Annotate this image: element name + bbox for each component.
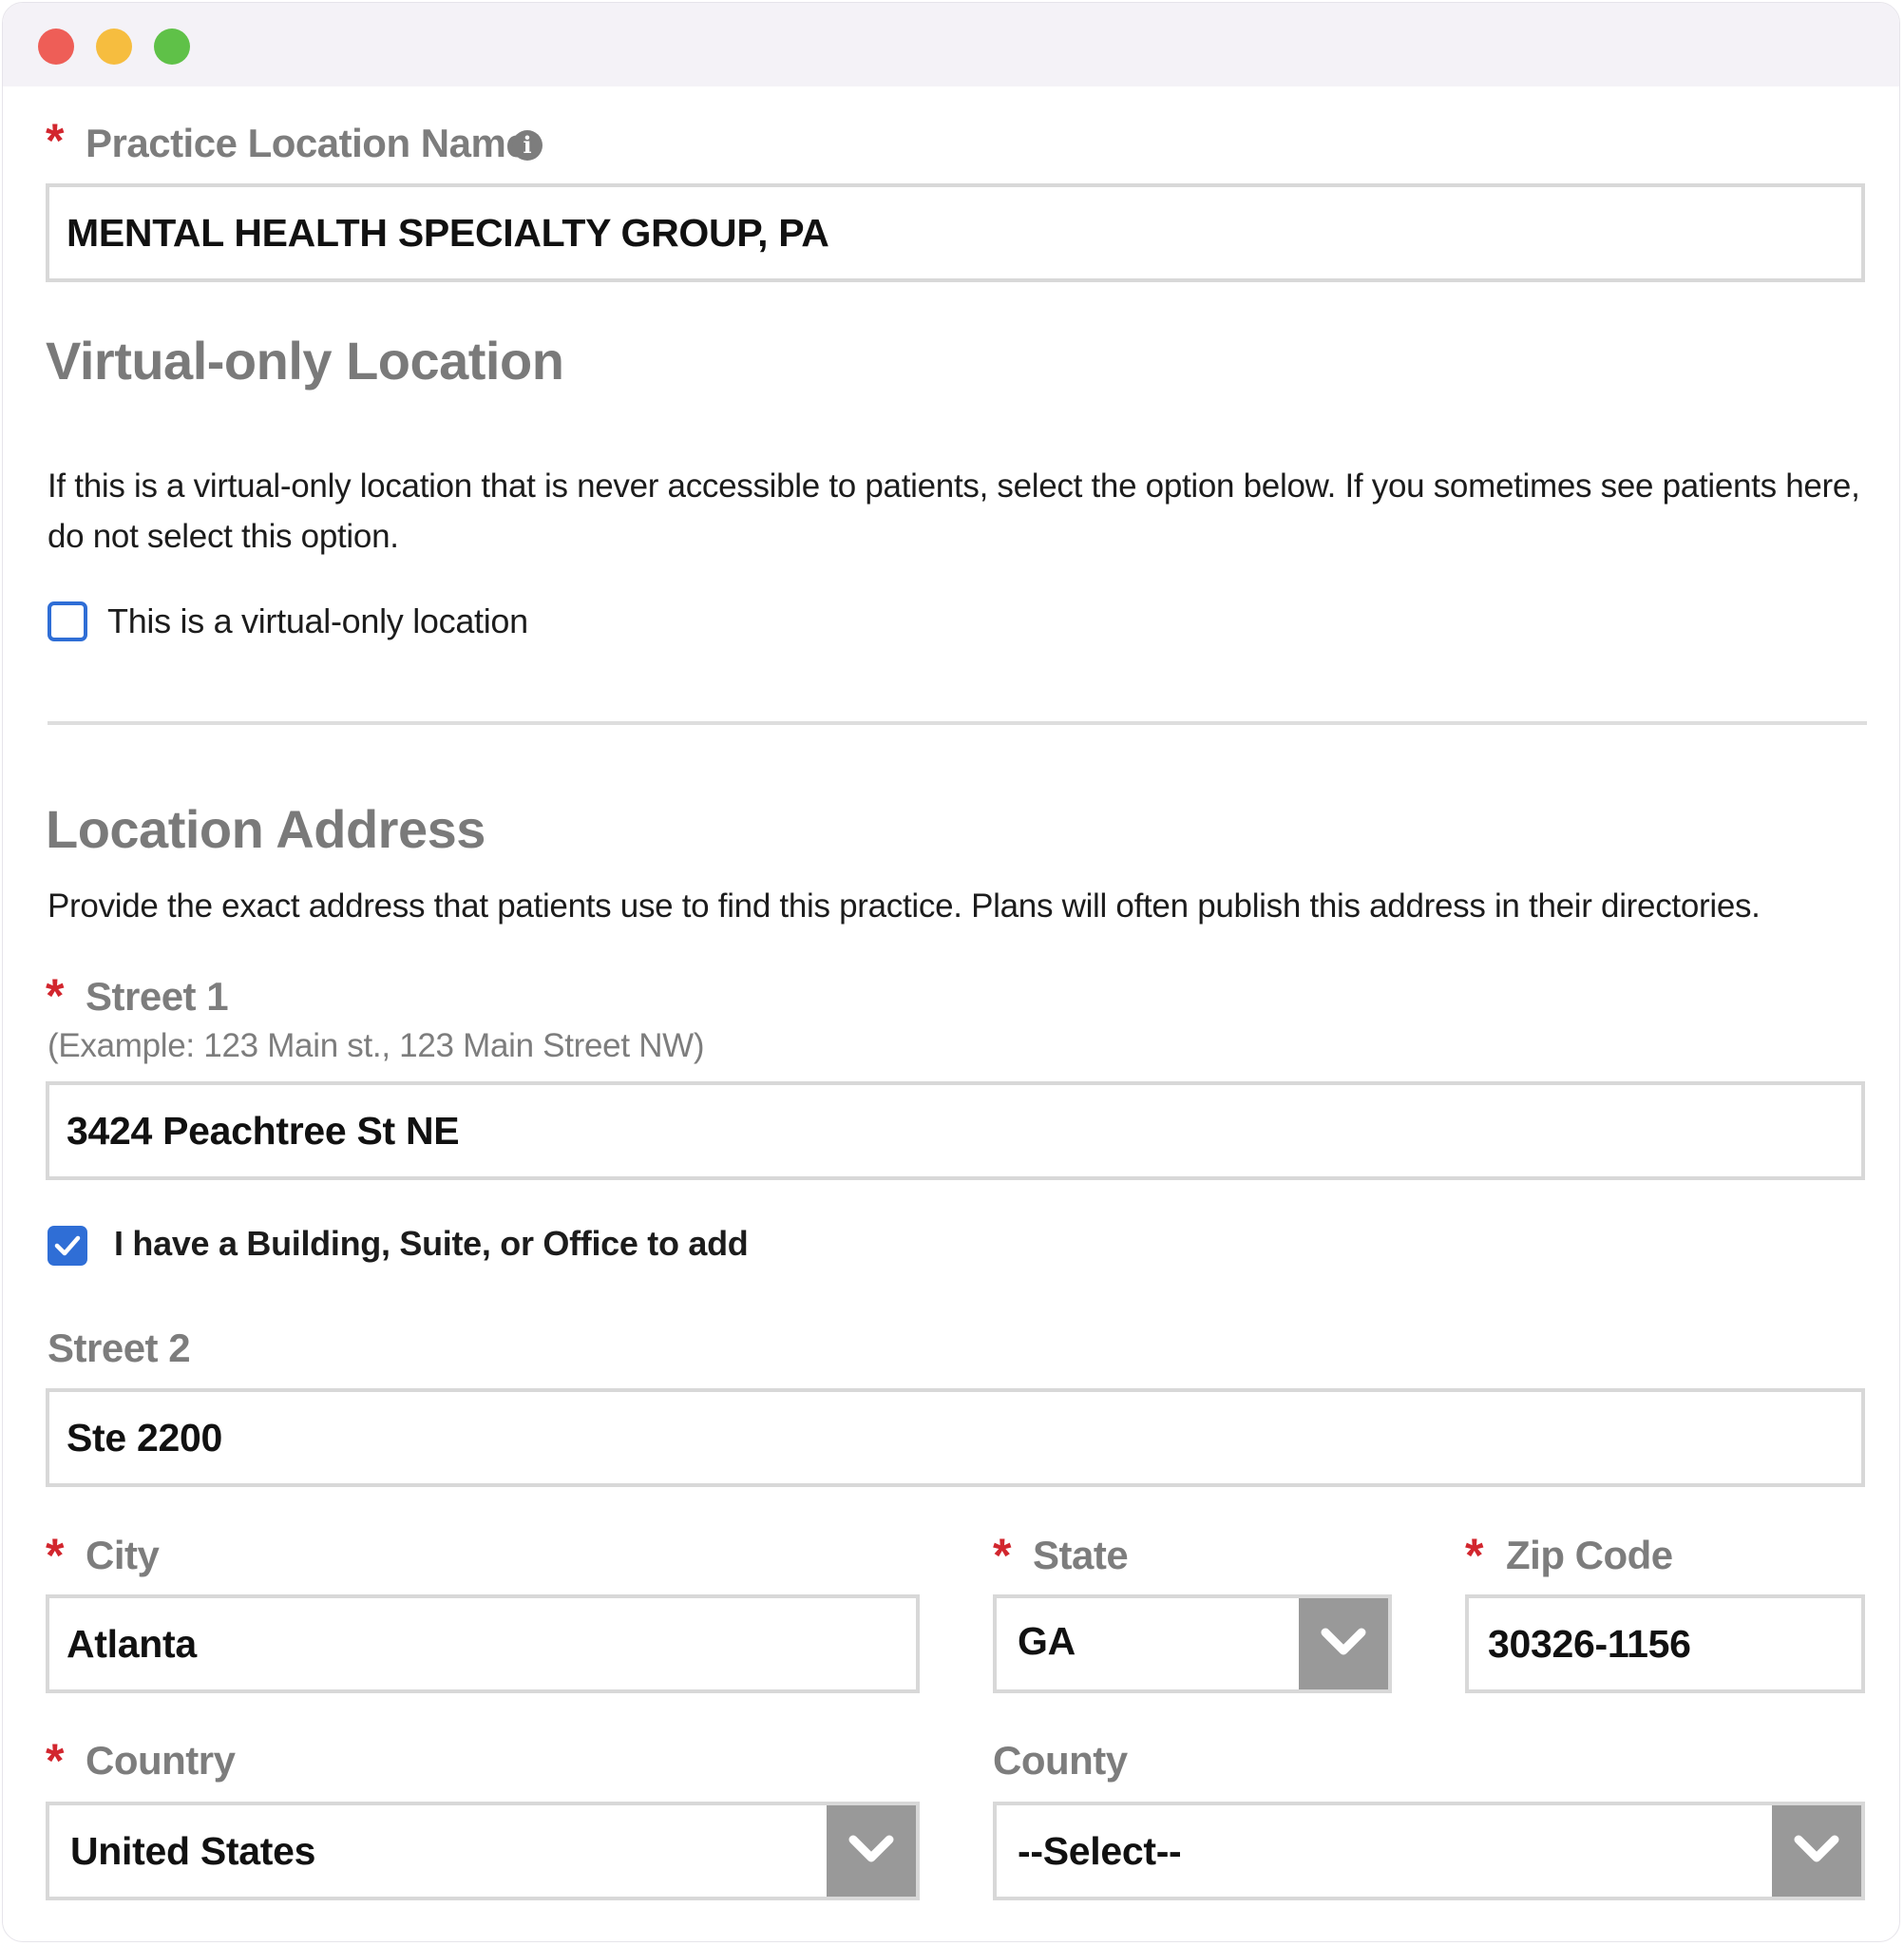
required-marker: * [1465, 1529, 1484, 1582]
virtual-only-description: If this is a virtual-only location that … [48, 467, 1860, 555]
maximize-window-button[interactable] [154, 29, 190, 65]
city-value: Atlanta [67, 1622, 197, 1666]
location-address-heading: Location Address [46, 799, 486, 859]
practice-location-name-value: MENTAL HEALTH SPECIALTY GROUP, PA [67, 211, 829, 255]
city-label: City [86, 1533, 160, 1577]
county-label: County [993, 1738, 1128, 1783]
street2-value: Ste 2200 [67, 1416, 223, 1460]
title-bar [3, 3, 1899, 86]
checkmark-icon [54, 1235, 81, 1256]
county-select[interactable]: --Select-- [993, 1802, 1865, 1900]
county-dropdown-button[interactable] [1772, 1805, 1861, 1897]
country-dropdown-button[interactable] [827, 1805, 916, 1897]
zip-input[interactable]: 30326-1156 [1465, 1594, 1865, 1693]
section-divider [48, 721, 1867, 725]
street1-input[interactable]: 3424 Peachtree St NE [46, 1081, 1865, 1180]
street1-value: 3424 Peachtree St NE [67, 1109, 460, 1153]
location-address-description: Provide the exact address that patients … [48, 887, 1761, 925]
zip-value: 30326-1156 [1488, 1622, 1691, 1666]
app-window: * Practice Location Name i MENTAL HEALTH… [2, 2, 1900, 1942]
required-marker: * [993, 1529, 1012, 1582]
country-label: Country [86, 1738, 236, 1783]
state-select[interactable]: GA [993, 1594, 1392, 1693]
state-value: GA [1018, 1619, 1076, 1663]
state-label: State [1033, 1533, 1129, 1577]
virtual-only-checkbox[interactable] [48, 601, 87, 641]
street2-label: Street 2 [48, 1326, 191, 1370]
chevron-down-icon [1794, 1835, 1839, 1862]
chevron-down-icon [848, 1835, 894, 1862]
required-marker: * [46, 1734, 65, 1787]
required-marker: * [46, 1529, 65, 1582]
practice-location-name-label: Practice Location Name [86, 121, 528, 165]
suite-checkbox[interactable] [48, 1226, 87, 1266]
street1-hint: (Example: 123 Main st., 123 Main Street … [48, 1027, 705, 1064]
info-icon[interactable]: i [512, 130, 543, 161]
city-input[interactable]: Atlanta [46, 1594, 920, 1693]
required-marker: * [46, 969, 65, 1022]
street2-input[interactable]: Ste 2200 [46, 1388, 1865, 1487]
country-select[interactable]: United States [46, 1802, 920, 1900]
suite-checkbox-label[interactable]: I have a Building, Suite, or Office to a… [114, 1224, 749, 1264]
county-value: --Select-- [1018, 1829, 1182, 1873]
country-value: United States [70, 1829, 316, 1873]
state-dropdown-button[interactable] [1299, 1598, 1388, 1689]
practice-location-name-input[interactable]: MENTAL HEALTH SPECIALTY GROUP, PA [46, 183, 1865, 282]
virtual-only-heading: Virtual-only Location [46, 331, 564, 391]
zip-label: Zip Code [1506, 1533, 1673, 1577]
required-marker: * [46, 114, 65, 167]
virtual-only-checkbox-label[interactable]: This is a virtual-only location [107, 601, 528, 641]
chevron-down-icon [1321, 1628, 1366, 1655]
minimize-window-button[interactable] [96, 29, 132, 65]
street1-label: Street 1 [86, 974, 229, 1019]
close-window-button[interactable] [38, 29, 74, 65]
